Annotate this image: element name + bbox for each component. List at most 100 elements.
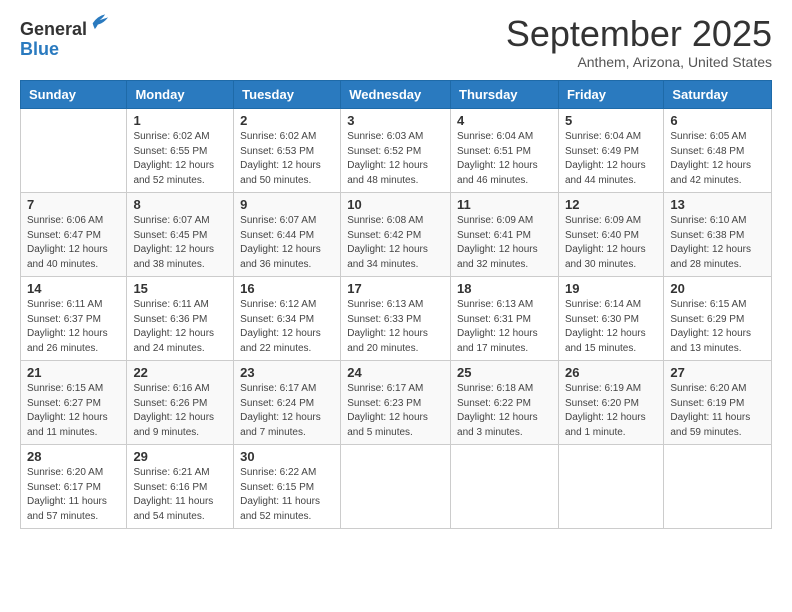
day-number: 12 bbox=[565, 197, 657, 212]
day-number: 15 bbox=[133, 281, 227, 296]
calendar-week-1: 1Sunrise: 6:02 AM Sunset: 6:55 PM Daylig… bbox=[21, 109, 772, 193]
day-number: 30 bbox=[240, 449, 334, 464]
day-number: 25 bbox=[457, 365, 552, 380]
calendar-table: Sunday Monday Tuesday Wednesday Thursday… bbox=[20, 80, 772, 529]
day-info: Sunrise: 6:06 AM Sunset: 6:47 PM Dayligh… bbox=[27, 214, 120, 272]
calendar-cell: 1Sunrise: 6:02 AM Sunset: 6:55 PM Daylig… bbox=[127, 109, 234, 193]
day-info: Sunrise: 6:15 AM Sunset: 6:27 PM Dayligh… bbox=[27, 382, 120, 440]
day-info: Sunrise: 6:22 AM Sunset: 6:15 PM Dayligh… bbox=[240, 466, 334, 524]
day-info: Sunrise: 6:02 AM Sunset: 6:53 PM Dayligh… bbox=[240, 130, 334, 188]
location-text: Anthem, Arizona, United States bbox=[506, 54, 772, 70]
day-info: Sunrise: 6:04 AM Sunset: 6:49 PM Dayligh… bbox=[565, 130, 657, 188]
calendar-header-row: Sunday Monday Tuesday Wednesday Thursday… bbox=[21, 81, 772, 109]
calendar-cell: 6Sunrise: 6:05 AM Sunset: 6:48 PM Daylig… bbox=[664, 109, 772, 193]
calendar-cell: 23 Sunrise: 6:17 AM Sunset: 6:24 PM Dayli… bbox=[234, 361, 341, 445]
calendar-cell: 13 Sunrise: 6:10 AM Sunset: 6:38 PM Dayli… bbox=[664, 193, 772, 277]
calendar-week-5: 28 Sunrise: 6:20 AM Sunset: 6:17 PM Dayli… bbox=[21, 445, 772, 529]
day-number: 7 bbox=[27, 197, 120, 212]
logo-blue-text: Blue bbox=[20, 40, 87, 60]
calendar-cell: 18 Sunrise: 6:13 AM Sunset: 6:31 PM Dayli… bbox=[451, 277, 559, 361]
calendar-cell bbox=[664, 445, 772, 529]
calendar-cell: 9 Sunrise: 6:07 AM Sunset: 6:44 PM Daylig… bbox=[234, 193, 341, 277]
calendar-cell: 10 Sunrise: 6:08 AM Sunset: 6:42 PM Dayli… bbox=[341, 193, 451, 277]
day-number: 26 bbox=[565, 365, 657, 380]
calendar-cell bbox=[341, 445, 451, 529]
calendar-cell: 22Sunrise: 6:16 AM Sunset: 6:26 PM Dayli… bbox=[127, 361, 234, 445]
calendar-cell: 3 Sunrise: 6:03 AM Sunset: 6:52 PM Daylig… bbox=[341, 109, 451, 193]
title-section: September 2025 Anthem, Arizona, United S… bbox=[506, 16, 772, 70]
day-number: 9 bbox=[240, 197, 334, 212]
logo-bird-icon bbox=[89, 10, 111, 32]
calendar-cell: 19 Sunrise: 6:14 AM Sunset: 6:30 PM Dayli… bbox=[558, 277, 663, 361]
day-info: Sunrise: 6:04 AM Sunset: 6:51 PM Dayligh… bbox=[457, 130, 552, 188]
logo: General Blue bbox=[20, 20, 87, 60]
day-info: Sunrise: 6:09 AM Sunset: 6:40 PM Dayligh… bbox=[565, 214, 657, 272]
day-info: Sunrise: 6:10 AM Sunset: 6:38 PM Dayligh… bbox=[670, 214, 765, 272]
day-info: Sunrise: 6:03 AM Sunset: 6:52 PM Dayligh… bbox=[347, 130, 444, 188]
day-number: 4 bbox=[457, 113, 552, 128]
calendar-cell: 16Sunrise: 6:12 AM Sunset: 6:34 PM Dayli… bbox=[234, 277, 341, 361]
day-number: 6 bbox=[670, 113, 765, 128]
day-number: 5 bbox=[565, 113, 657, 128]
calendar-cell: 24 Sunrise: 6:17 AM Sunset: 6:23 PM Dayli… bbox=[341, 361, 451, 445]
day-info: Sunrise: 6:20 AM Sunset: 6:17 PM Dayligh… bbox=[27, 466, 120, 524]
calendar-cell: 11 Sunrise: 6:09 AM Sunset: 6:41 PM Dayli… bbox=[451, 193, 559, 277]
calendar-cell: 29 Sunrise: 6:21 AM Sunset: 6:16 PM Dayli… bbox=[127, 445, 234, 529]
calendar-cell: 17Sunrise: 6:13 AM Sunset: 6:33 PM Dayli… bbox=[341, 277, 451, 361]
calendar-cell: 4 Sunrise: 6:04 AM Sunset: 6:51 PM Daylig… bbox=[451, 109, 559, 193]
calendar-cell: 20 Sunrise: 6:15 AM Sunset: 6:29 PM Dayli… bbox=[664, 277, 772, 361]
day-number: 2 bbox=[240, 113, 334, 128]
calendar-cell: 5 Sunrise: 6:04 AM Sunset: 6:49 PM Daylig… bbox=[558, 109, 663, 193]
header-saturday: Saturday bbox=[664, 81, 772, 109]
day-info: Sunrise: 6:14 AM Sunset: 6:30 PM Dayligh… bbox=[565, 298, 657, 356]
day-info: Sunrise: 6:09 AM Sunset: 6:41 PM Dayligh… bbox=[457, 214, 552, 272]
day-info: Sunrise: 6:15 AM Sunset: 6:29 PM Dayligh… bbox=[670, 298, 765, 356]
day-number: 11 bbox=[457, 197, 552, 212]
calendar-cell: 25Sunrise: 6:18 AM Sunset: 6:22 PM Dayli… bbox=[451, 361, 559, 445]
calendar-cell bbox=[451, 445, 559, 529]
header-sunday: Sunday bbox=[21, 81, 127, 109]
day-info: Sunrise: 6:07 AM Sunset: 6:44 PM Dayligh… bbox=[240, 214, 334, 272]
calendar-cell: 27Sunrise: 6:20 AM Sunset: 6:19 PM Dayli… bbox=[664, 361, 772, 445]
day-number: 28 bbox=[27, 449, 120, 464]
calendar-week-4: 21 Sunrise: 6:15 AM Sunset: 6:27 PM Dayli… bbox=[21, 361, 772, 445]
calendar-week-2: 7 Sunrise: 6:06 AM Sunset: 6:47 PM Daylig… bbox=[21, 193, 772, 277]
day-number: 20 bbox=[670, 281, 765, 296]
day-info: Sunrise: 6:19 AM Sunset: 6:20 PM Dayligh… bbox=[565, 382, 657, 440]
day-info: Sunrise: 6:17 AM Sunset: 6:24 PM Dayligh… bbox=[240, 382, 334, 440]
logo-general-text: General bbox=[20, 20, 87, 40]
day-number: 16 bbox=[240, 281, 334, 296]
day-info: Sunrise: 6:20 AM Sunset: 6:19 PM Dayligh… bbox=[670, 382, 765, 440]
calendar-cell: 30 Sunrise: 6:22 AM Sunset: 6:15 PM Dayli… bbox=[234, 445, 341, 529]
calendar-cell: 12 Sunrise: 6:09 AM Sunset: 6:40 PM Dayli… bbox=[558, 193, 663, 277]
header-tuesday: Tuesday bbox=[234, 81, 341, 109]
day-info: Sunrise: 6:13 AM Sunset: 6:31 PM Dayligh… bbox=[457, 298, 552, 356]
day-info: Sunrise: 6:16 AM Sunset: 6:26 PM Dayligh… bbox=[133, 382, 227, 440]
header: General Blue September 2025 Anthem, Ariz… bbox=[20, 16, 772, 70]
day-number: 14 bbox=[27, 281, 120, 296]
calendar-cell: 26 Sunrise: 6:19 AM Sunset: 6:20 PM Dayli… bbox=[558, 361, 663, 445]
calendar-cell: 14 Sunrise: 6:11 AM Sunset: 6:37 PM Dayli… bbox=[21, 277, 127, 361]
day-number: 8 bbox=[133, 197, 227, 212]
day-info: Sunrise: 6:08 AM Sunset: 6:42 PM Dayligh… bbox=[347, 214, 444, 272]
day-info: Sunrise: 6:17 AM Sunset: 6:23 PM Dayligh… bbox=[347, 382, 444, 440]
day-number: 29 bbox=[133, 449, 227, 464]
day-number: 21 bbox=[27, 365, 120, 380]
day-info: Sunrise: 6:07 AM Sunset: 6:45 PM Dayligh… bbox=[133, 214, 227, 272]
day-number: 19 bbox=[565, 281, 657, 296]
calendar-cell: 8 Sunrise: 6:07 AM Sunset: 6:45 PM Daylig… bbox=[127, 193, 234, 277]
calendar-cell bbox=[21, 109, 127, 193]
day-number: 17 bbox=[347, 281, 444, 296]
day-number: 18 bbox=[457, 281, 552, 296]
day-info: Sunrise: 6:02 AM Sunset: 6:55 PM Dayligh… bbox=[133, 130, 227, 188]
calendar-cell bbox=[558, 445, 663, 529]
day-number: 10 bbox=[347, 197, 444, 212]
day-number: 24 bbox=[347, 365, 444, 380]
day-info: Sunrise: 6:21 AM Sunset: 6:16 PM Dayligh… bbox=[133, 466, 227, 524]
day-number: 13 bbox=[670, 197, 765, 212]
day-number: 23 bbox=[240, 365, 334, 380]
month-title: September 2025 bbox=[506, 16, 772, 52]
page-container: General Blue September 2025 Anthem, Ariz… bbox=[0, 0, 792, 539]
day-info: Sunrise: 6:11 AM Sunset: 6:37 PM Dayligh… bbox=[27, 298, 120, 356]
day-number: 3 bbox=[347, 113, 444, 128]
